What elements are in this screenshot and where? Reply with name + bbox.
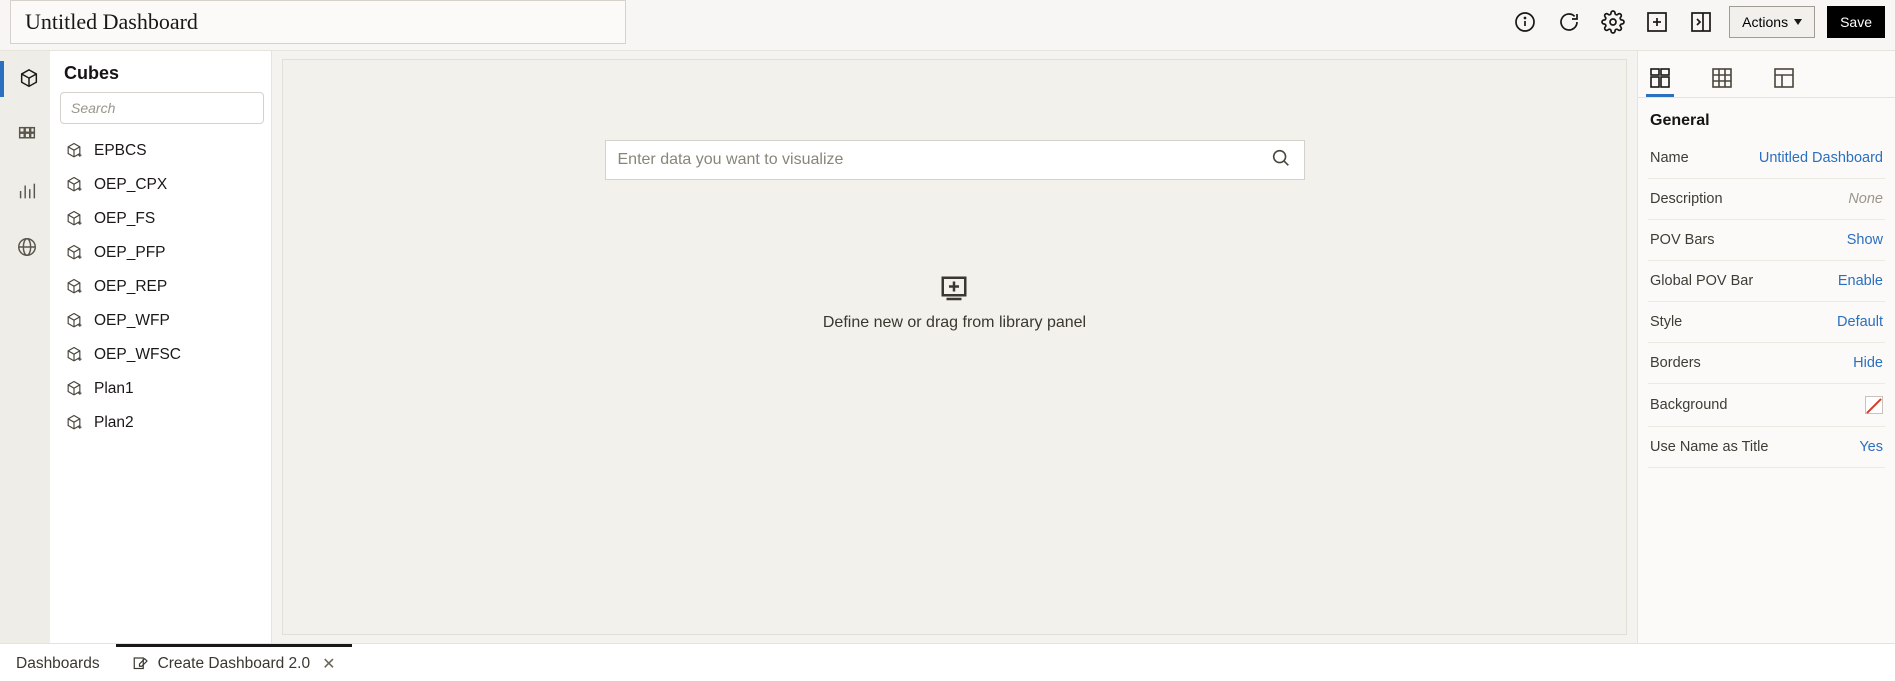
top-toolbar: Actions Save xyxy=(0,0,1895,50)
prop-row-background: Background xyxy=(1648,384,1885,427)
prop-row-borders: Borders Hide xyxy=(1648,343,1885,384)
prop-label: Use Name as Title xyxy=(1650,439,1768,455)
prop-row-povbars: POV Bars Show xyxy=(1648,220,1885,261)
prop-value-borders[interactable]: Hide xyxy=(1853,355,1883,371)
prop-label: Global POV Bar xyxy=(1650,273,1753,289)
cubes-panel: Cubes EPBCS OEP_CPX OEP_FS OEP_PFP OEP_R… xyxy=(50,51,272,643)
cube-item[interactable]: OEP_REP xyxy=(50,270,271,304)
dashboard-title-input[interactable] xyxy=(10,0,626,44)
caret-down-icon xyxy=(1794,19,1802,25)
cube-item[interactable]: OEP_WFP xyxy=(50,304,271,338)
cube-item-label: OEP_PFP xyxy=(94,244,166,262)
tab-label: Dashboards xyxy=(16,655,100,673)
add-widget-icon xyxy=(939,274,969,304)
prop-label: Borders xyxy=(1650,355,1701,371)
prop-value-name[interactable]: Untitled Dashboard xyxy=(1759,150,1883,166)
search-icon[interactable] xyxy=(1270,147,1292,174)
cube-item-label: OEP_REP xyxy=(94,278,167,296)
cubes-list: EPBCS OEP_CPX OEP_FS OEP_PFP OEP_REP OEP… xyxy=(50,132,271,643)
add-panel-icon[interactable] xyxy=(1641,6,1673,38)
drop-hint: Define new or drag from library panel xyxy=(823,274,1086,332)
left-rail xyxy=(0,51,50,643)
cube-item[interactable]: OEP_PFP xyxy=(50,236,271,270)
cube-item-label: OEP_WFP xyxy=(94,312,170,330)
cube-item[interactable]: Plan1 xyxy=(50,372,271,406)
prop-row-globalpov: Global POV Bar Enable xyxy=(1648,261,1885,302)
cube-item[interactable]: Plan2 xyxy=(50,406,271,440)
bottom-tab-bar: Dashboards Create Dashboard 2.0 ✕ xyxy=(0,643,1895,681)
toggle-panel-icon[interactable] xyxy=(1685,6,1717,38)
cube-item-label: OEP_FS xyxy=(94,210,155,228)
prop-value-usenametitle[interactable]: Yes xyxy=(1859,439,1883,455)
rail-cubes-icon[interactable] xyxy=(0,61,50,97)
prop-row-name: Name Untitled Dashboard xyxy=(1648,138,1885,179)
prop-label: POV Bars xyxy=(1650,232,1714,248)
cubes-search-input[interactable] xyxy=(60,92,264,124)
settings-icon[interactable] xyxy=(1597,6,1629,38)
canvas-area: Define new or drag from library panel xyxy=(272,51,1637,643)
cubes-title: Cubes xyxy=(50,51,271,92)
tab-dashboards[interactable]: Dashboards xyxy=(0,644,116,681)
prop-label: Name xyxy=(1650,150,1689,166)
cube-item[interactable]: OEP_CPX xyxy=(50,168,271,202)
background-swatch-none-icon[interactable] xyxy=(1865,396,1883,414)
rail-chart-icon[interactable] xyxy=(2,173,52,209)
refresh-icon[interactable] xyxy=(1553,6,1585,38)
prop-label: Style xyxy=(1650,314,1682,330)
rail-globe-icon[interactable] xyxy=(2,229,52,265)
actions-button-label: Actions xyxy=(1742,14,1788,30)
prop-value-povbars[interactable]: Show xyxy=(1847,232,1883,248)
cube-item-label: OEP_CPX xyxy=(94,176,167,194)
prop-row-usenametitle: Use Name as Title Yes xyxy=(1648,427,1885,468)
cube-item[interactable]: OEP_WFSC xyxy=(50,338,271,372)
properties-section-title: General xyxy=(1638,98,1895,138)
drop-hint-text: Define new or drag from library panel xyxy=(823,314,1086,332)
edit-dashboard-icon xyxy=(132,655,150,673)
rail-grid-icon[interactable] xyxy=(2,117,52,153)
cube-item[interactable]: EPBCS xyxy=(50,134,271,168)
prop-tab-grid-icon[interactable] xyxy=(1708,61,1736,97)
prop-label: Background xyxy=(1650,397,1727,413)
canvas-dropzone[interactable]: Define new or drag from library panel xyxy=(282,59,1627,635)
properties-panel: General Name Untitled Dashboard Descript… xyxy=(1637,51,1895,643)
prop-value-description[interactable]: None xyxy=(1848,191,1883,207)
cube-item-label: OEP_WFSC xyxy=(94,346,181,364)
prop-value-style[interactable]: Default xyxy=(1837,314,1883,330)
prop-row-description: Description None xyxy=(1648,179,1885,220)
cube-item[interactable]: OEP_FS xyxy=(50,202,271,236)
prop-value-globalpov[interactable]: Enable xyxy=(1838,273,1883,289)
visualize-search xyxy=(605,140,1305,180)
prop-tab-layout-icon[interactable] xyxy=(1770,61,1798,97)
prop-label: Description xyxy=(1650,191,1723,207)
tab-label: Create Dashboard 2.0 xyxy=(158,655,311,673)
visualize-search-input[interactable] xyxy=(618,151,1260,169)
close-icon[interactable]: ✕ xyxy=(322,654,335,674)
actions-button[interactable]: Actions xyxy=(1729,6,1815,38)
tab-create-dashboard[interactable]: Create Dashboard 2.0 ✕ xyxy=(116,644,352,681)
prop-row-style: Style Default xyxy=(1648,302,1885,343)
cube-item-label: Plan2 xyxy=(94,414,134,432)
save-button[interactable]: Save xyxy=(1827,6,1885,38)
cube-item-label: EPBCS xyxy=(94,142,147,160)
cube-item-label: Plan1 xyxy=(94,380,134,398)
prop-tab-general-icon[interactable] xyxy=(1646,61,1674,97)
info-icon[interactable] xyxy=(1509,6,1541,38)
